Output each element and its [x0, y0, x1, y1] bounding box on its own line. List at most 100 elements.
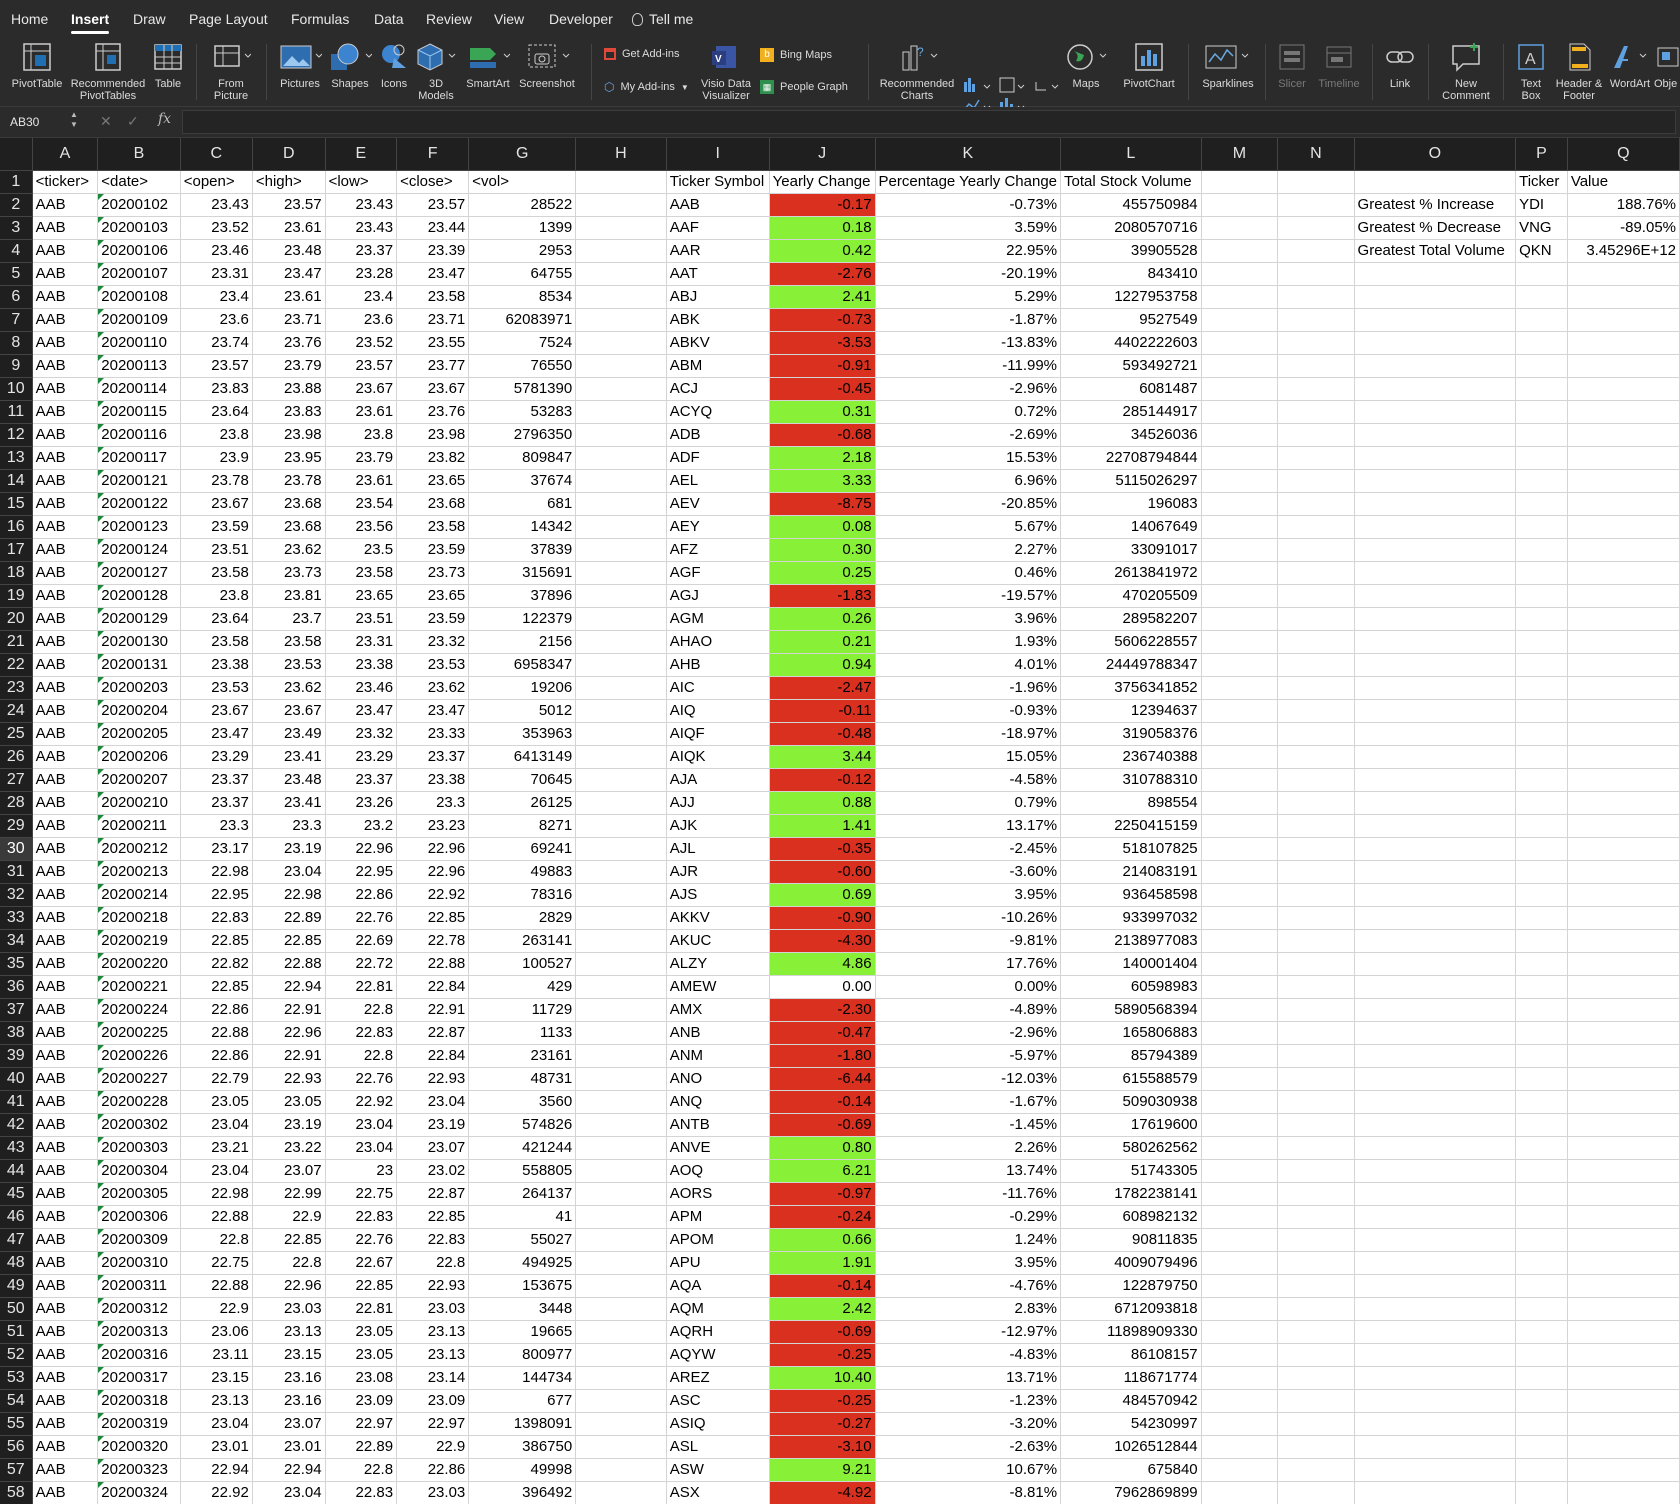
data-cell[interactable]: AAB: [32, 745, 99, 769]
data-cell[interactable]: -1.23%: [875, 1389, 1062, 1413]
data-cell[interactable]: 2953: [468, 239, 577, 263]
data-cell[interactable]: -4.83%: [875, 1343, 1062, 1367]
data-cell[interactable]: AIC: [666, 676, 770, 700]
empty-cell[interactable]: [1567, 1389, 1680, 1413]
row-header[interactable]: 51: [0, 1320, 33, 1344]
data-cell[interactable]: ACJ: [666, 377, 770, 401]
data-cell[interactable]: 809847: [468, 446, 577, 470]
data-cell[interactable]: 13.74%: [875, 1159, 1062, 1183]
empty-cell[interactable]: [1277, 1251, 1355, 1275]
data-cell[interactable]: AEV: [666, 492, 770, 516]
row-header[interactable]: 7: [0, 308, 33, 332]
yearly-change-positive-cell[interactable]: 2.42: [769, 1297, 876, 1321]
column-header-b[interactable]: B: [97, 138, 181, 171]
summary-ticker-cell[interactable]: QKN: [1515, 239, 1568, 263]
yearly-change-positive-cell[interactable]: 9.21: [769, 1458, 876, 1482]
data-cell[interactable]: 20200221: [97, 975, 181, 999]
yearly-change-negative-cell[interactable]: -0.69: [769, 1113, 876, 1137]
data-cell[interactable]: 22.85: [180, 929, 253, 953]
empty-cell[interactable]: [1515, 975, 1568, 999]
data-cell[interactable]: 22.88: [180, 1021, 253, 1045]
header-cell[interactable]: Percentage Yearly Change: [875, 170, 1062, 194]
data-cell[interactable]: 23.2: [325, 814, 398, 838]
recommended-charts-button[interactable]: ? Recommended Charts: [876, 40, 958, 102]
data-cell[interactable]: 22.89: [325, 1435, 398, 1459]
empty-cell[interactable]: [1201, 492, 1279, 516]
empty-cell[interactable]: [1277, 469, 1355, 493]
data-cell[interactable]: 23.47: [396, 699, 470, 723]
empty-cell[interactable]: [1354, 630, 1517, 654]
header-cell[interactable]: [1201, 170, 1279, 194]
data-cell[interactable]: 20200313: [97, 1320, 181, 1344]
data-cell[interactable]: 593492721: [1060, 354, 1202, 378]
data-cell[interactable]: 20200106: [97, 239, 181, 263]
data-cell[interactable]: 23.98: [252, 423, 326, 447]
empty-cell[interactable]: [575, 193, 667, 217]
summary-label-cell[interactable]: Greatest % Increase: [1354, 193, 1517, 217]
data-cell[interactable]: 677: [468, 1389, 577, 1413]
empty-cell[interactable]: [1354, 906, 1517, 930]
row-header[interactable]: 47: [0, 1228, 33, 1252]
data-cell[interactable]: -5.97%: [875, 1044, 1062, 1068]
data-cell[interactable]: -3.20%: [875, 1412, 1062, 1436]
yearly-change-positive-cell[interactable]: 0.66: [769, 1228, 876, 1252]
data-cell[interactable]: 37674: [468, 469, 577, 493]
empty-cell[interactable]: [1277, 400, 1355, 424]
data-cell[interactable]: AAB: [32, 354, 99, 378]
empty-cell[interactable]: [1201, 975, 1279, 999]
data-cell[interactable]: 23.64: [180, 607, 253, 631]
data-cell[interactable]: 2613841972: [1060, 561, 1202, 585]
data-cell[interactable]: 20200123: [97, 515, 181, 539]
empty-cell[interactable]: [1515, 1481, 1568, 1504]
empty-cell[interactable]: [1515, 308, 1568, 332]
data-cell[interactable]: 23.54: [325, 492, 398, 516]
empty-cell[interactable]: [1354, 975, 1517, 999]
data-cell[interactable]: 20200129: [97, 607, 181, 631]
empty-cell[interactable]: [1354, 285, 1517, 309]
yearly-change-negative-cell[interactable]: -0.48: [769, 722, 876, 746]
data-cell[interactable]: 22.81: [325, 975, 398, 999]
data-cell[interactable]: 23.29: [180, 745, 253, 769]
data-cell[interactable]: 6712093818: [1060, 1297, 1202, 1321]
data-cell[interactable]: 3560: [468, 1090, 577, 1114]
data-cell[interactable]: 2138977083: [1060, 929, 1202, 953]
data-cell[interactable]: 1133: [468, 1021, 577, 1045]
data-cell[interactable]: 22.84: [396, 1044, 470, 1068]
data-cell[interactable]: 20200205: [97, 722, 181, 746]
data-cell[interactable]: 20200310: [97, 1251, 181, 1275]
yearly-change-positive-cell[interactable]: 3.44: [769, 745, 876, 769]
row-header[interactable]: 26: [0, 745, 33, 769]
data-cell[interactable]: 20200107: [97, 262, 181, 286]
data-cell[interactable]: AGJ: [666, 584, 770, 608]
people-graph-button[interactable]: ▦ People Graph: [760, 80, 848, 94]
yearly-change-negative-cell[interactable]: -0.35: [769, 837, 876, 861]
timeline-button[interactable]: Timeline: [1314, 40, 1364, 90]
empty-cell[interactable]: [1515, 515, 1568, 539]
empty-cell[interactable]: [1567, 262, 1680, 286]
yearly-change-negative-cell[interactable]: -0.25: [769, 1389, 876, 1413]
data-cell[interactable]: AAB: [32, 1113, 99, 1137]
data-cell[interactable]: 22.79: [180, 1067, 253, 1091]
data-cell[interactable]: -2.96%: [875, 1021, 1062, 1045]
empty-cell[interactable]: [1201, 1113, 1279, 1137]
data-cell[interactable]: 22.78: [396, 929, 470, 953]
empty-cell[interactable]: [575, 1090, 667, 1114]
yearly-change-positive-cell[interactable]: 0.88: [769, 791, 876, 815]
data-cell[interactable]: 22.95: [180, 883, 253, 907]
tab-view[interactable]: View: [494, 0, 524, 36]
empty-cell[interactable]: [1201, 745, 1279, 769]
yearly-change-positive-cell[interactable]: 1.41: [769, 814, 876, 838]
data-cell[interactable]: 933997032: [1060, 906, 1202, 930]
yearly-change-positive-cell[interactable]: 0.08: [769, 515, 876, 539]
data-cell[interactable]: AAB: [32, 722, 99, 746]
empty-cell[interactable]: [575, 1274, 667, 1298]
data-cell[interactable]: 23.19: [252, 837, 326, 861]
data-cell[interactable]: 22.8: [180, 1228, 253, 1252]
empty-cell[interactable]: [1567, 400, 1680, 424]
empty-cell[interactable]: [1515, 1412, 1568, 1436]
data-cell[interactable]: AIQF: [666, 722, 770, 746]
data-cell[interactable]: AAB: [32, 1228, 99, 1252]
empty-cell[interactable]: [1201, 423, 1279, 447]
data-cell[interactable]: 14342: [468, 515, 577, 539]
empty-cell[interactable]: [575, 1136, 667, 1160]
